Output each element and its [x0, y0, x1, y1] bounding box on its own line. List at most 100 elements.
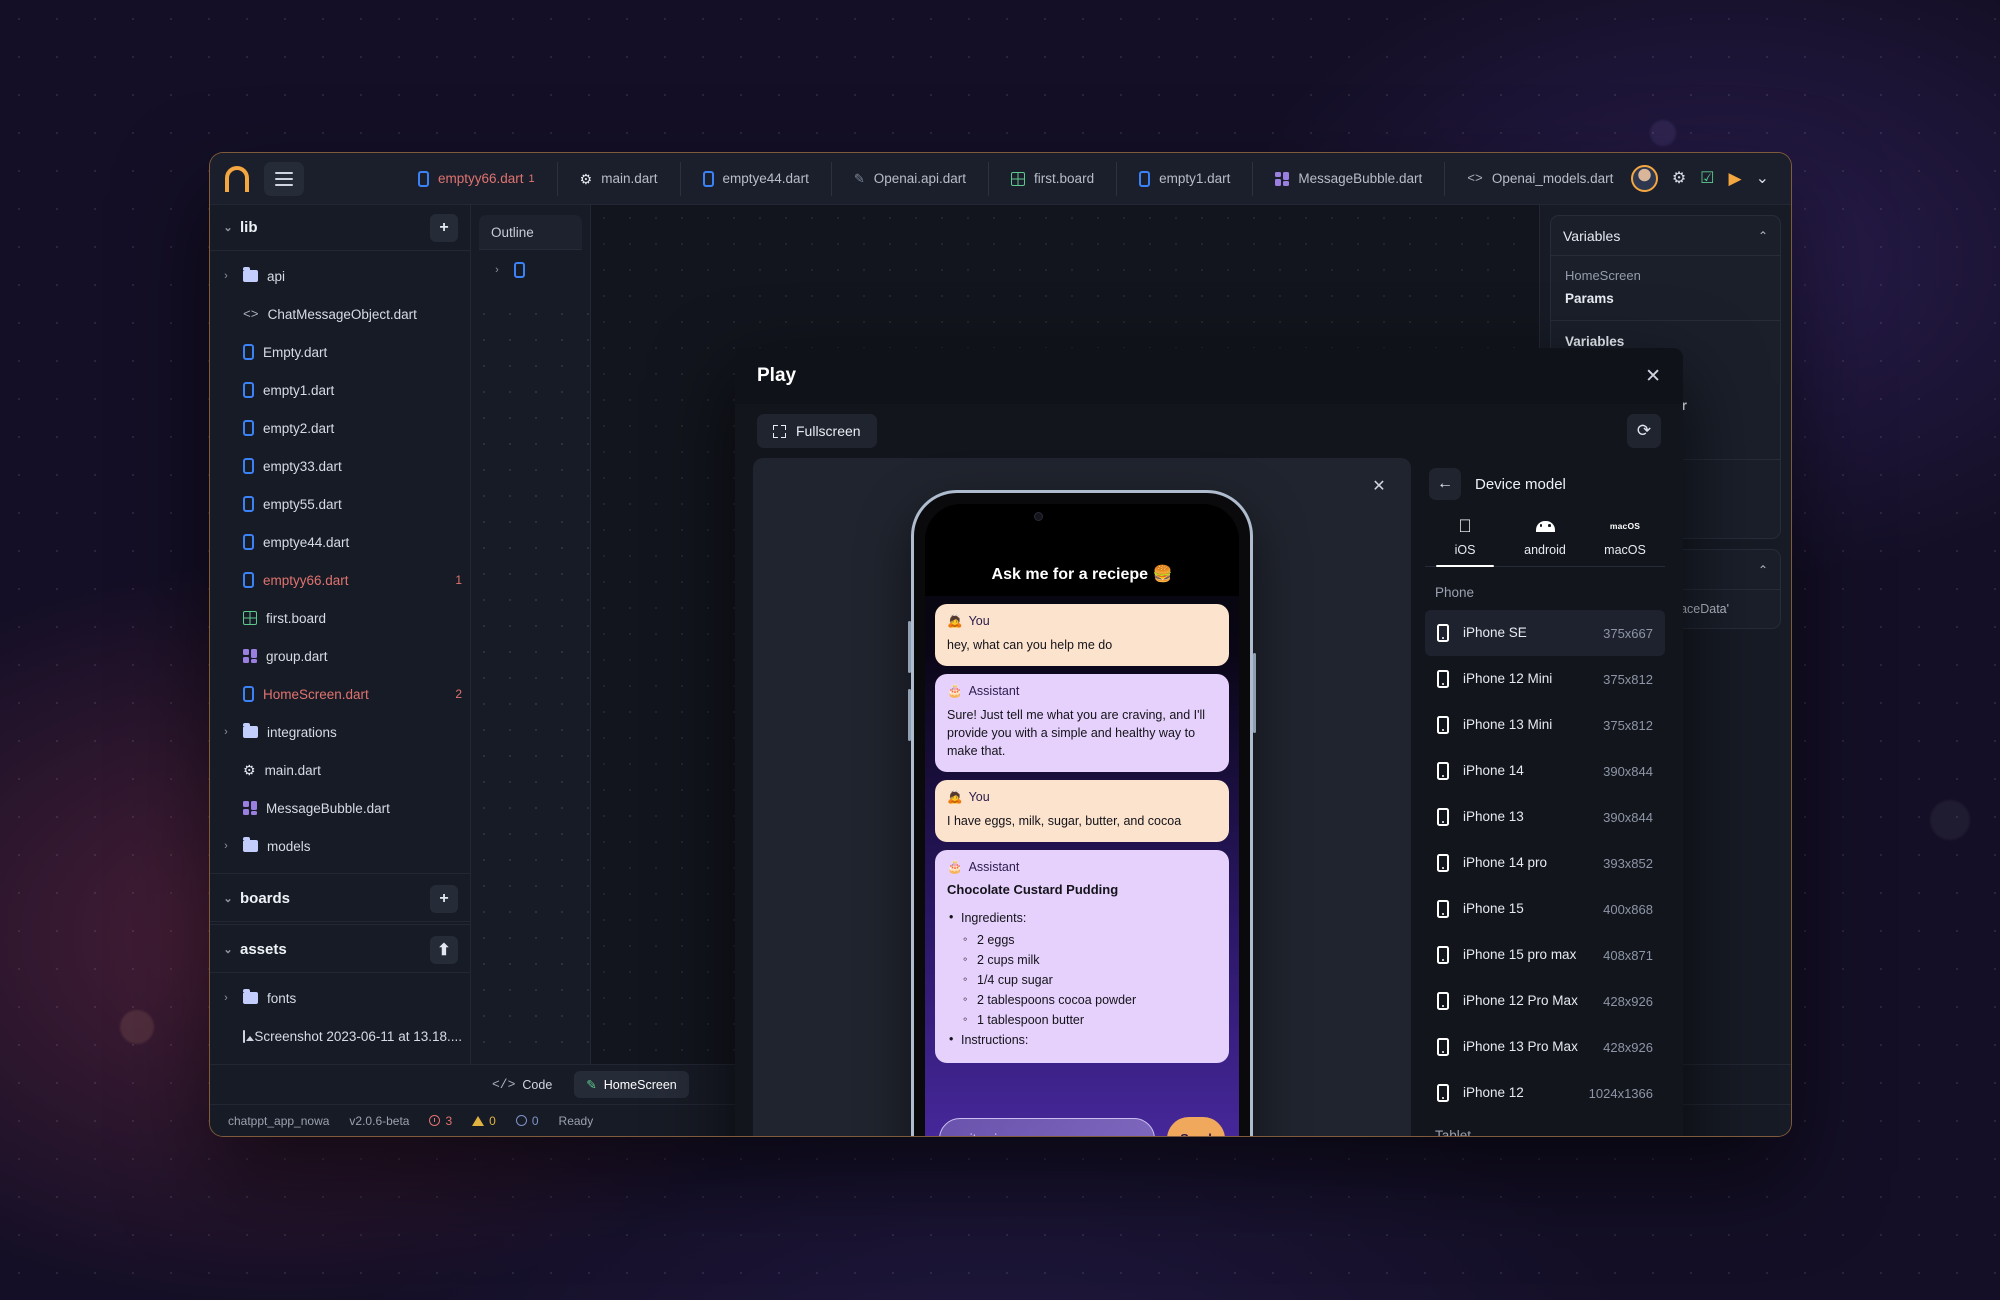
file-tree-item[interactable]: <> ChatMessageObject.dart	[210, 295, 470, 333]
chevron-down-icon[interactable]: ⌄	[1756, 170, 1769, 187]
sidebar-section-assets[interactable]: ⌄ assets ⬆	[210, 927, 470, 973]
chevron-right-icon[interactable]: ›	[218, 270, 234, 282]
phone-icon	[243, 496, 254, 512]
variables-card-header[interactable]: Variables ⌃	[1551, 216, 1780, 256]
os-tab-ios[interactable]:  iOS	[1425, 510, 1505, 567]
chevron-up-icon[interactable]: ⌃	[1758, 563, 1768, 577]
close-icon[interactable]: ✕	[1645, 367, 1661, 386]
file-tree-item[interactable]: › api	[210, 257, 470, 295]
upload-asset-button[interactable]: ⬆	[430, 935, 458, 964]
device-resolution: 393x852	[1603, 855, 1653, 871]
add-board-button[interactable]: +	[430, 884, 458, 913]
assets-file-tree: › fonts Screenshot 2023-06-11 at 13.18....	[210, 973, 470, 1061]
dock-tab-homescreen[interactable]: ✎ HomeScreen	[574, 1071, 689, 1098]
file-tree-item[interactable]: first.board	[210, 599, 470, 637]
status-warnings[interactable]: 0	[472, 1114, 496, 1128]
file-tree-item[interactable]: HomeScreen.dart 2	[210, 675, 470, 713]
divider	[210, 924, 470, 925]
chevron-right-icon[interactable]: ›	[218, 992, 234, 1004]
chat-bubble: 🎂 Assistant Chocolate Custard Pudding Ingre…	[935, 849, 1229, 1063]
sidebar-section-lib[interactable]: ⌄ lib +	[210, 205, 470, 251]
device-list-item[interactable]: iPhone 15 pro max 408x871	[1425, 932, 1665, 978]
editor-tab-label: first.board	[1034, 171, 1095, 186]
variables-context: HomeScreen	[1565, 268, 1641, 283]
status-warnings-count: 0	[489, 1113, 496, 1128]
status-infos[interactable]: 0	[515, 1113, 539, 1128]
chevron-right-icon[interactable]: ›	[218, 840, 234, 852]
editor-tab[interactable]: emptye44.dart	[679, 161, 831, 196]
avatar[interactable]	[1630, 165, 1658, 192]
device-name: iPhone 12 Pro Max	[1463, 993, 1578, 1008]
play-icon[interactable]: ▶	[1729, 170, 1742, 187]
file-tree-item[interactable]: emptye44.dart	[210, 523, 470, 561]
editor-tab[interactable]: ✎ Openai.api.dart	[830, 161, 988, 196]
chevron-up-icon[interactable]: ⌃	[1758, 229, 1768, 243]
dock-tab-code[interactable]: </> Code	[480, 1071, 564, 1098]
device-resolution: 375x667	[1603, 625, 1653, 641]
file-tree-item[interactable]: ⚙ main.dart	[210, 751, 470, 789]
device-list-item[interactable]: iPhone 14 390x844	[1425, 748, 1665, 794]
device-name: iPhone 13 Mini	[1463, 717, 1553, 732]
status-infos-count: 0	[531, 1113, 539, 1128]
os-tab-android[interactable]: android	[1505, 510, 1585, 566]
file-tree-item[interactable]: empty1.dart	[210, 371, 470, 409]
chevron-right-icon[interactable]: ›	[218, 726, 234, 738]
chat-bubble-role: 🎂 Assistant	[947, 860, 1217, 875]
sidebar-section-boards[interactable]: ⌄ boards +	[210, 876, 470, 922]
file-tree-item[interactable]: Empty.dart	[210, 333, 470, 371]
editor-tab[interactable]: <> Openai_models.dart	[1444, 161, 1635, 196]
editor-tab[interactable]: empty1.dart	[1116, 161, 1252, 196]
recipe-section-heading: Instructions:	[961, 1032, 1029, 1047]
device-list-item[interactable]: iPhone 13 Pro Max 428x926	[1425, 1024, 1665, 1070]
file-tree-item[interactable]: empty33.dart	[210, 447, 470, 485]
device-list-item[interactable]: iPhone SE 375x667	[1425, 610, 1665, 656]
chevron-down-icon: ⌄	[223, 944, 233, 956]
file-tree-item[interactable]: group.dart	[210, 637, 470, 675]
device-resolution: 400x868	[1603, 901, 1653, 917]
file-tree-item[interactable]: empty2.dart	[210, 409, 470, 447]
editor-tab[interactable]: emptyy66.dart 1	[396, 162, 557, 196]
outline-root-row[interactable]: ›	[479, 249, 582, 289]
asset-tree-item[interactable]: Screenshot 2023-06-11 at 13.18....	[210, 1017, 470, 1055]
recipe-sections: Ingredients: 2 eggs2 cups milk1/4 cup sug…	[947, 908, 1217, 1049]
recipe-item: 1/4 cup sugar	[961, 970, 1217, 989]
asset-tree-item[interactable]: › fonts	[210, 979, 470, 1017]
checklist-icon[interactable]: ☑	[1700, 170, 1714, 187]
refresh-button[interactable]: ⟳	[1627, 414, 1661, 448]
chat-bubble-role: 🙇 You	[947, 614, 1217, 629]
editor-tab[interactable]: ⚙ main.dart	[556, 161, 680, 196]
sidebar-section-boards-label: boards	[240, 890, 291, 907]
phone-icon	[1437, 1038, 1449, 1056]
device-list-item[interactable]: iPhone 15 400x868	[1425, 886, 1665, 932]
file-tree-item[interactable]: empty55.dart	[210, 485, 470, 523]
device-list-item[interactable]: iPhone 12 Pro Max 428x926	[1425, 978, 1665, 1024]
file-tree-item-label: empty2.dart	[263, 420, 335, 436]
outline-tab[interactable]: Outline	[479, 215, 582, 249]
editor-tab[interactable]: first.board	[988, 161, 1116, 196]
file-tree-item[interactable]: › models	[210, 827, 470, 865]
file-tree-item[interactable]: MessageBubble.dart	[210, 789, 470, 827]
message-input[interactable]: write nice ...	[939, 1117, 1155, 1136]
chat-bubble-text: Sure! Just tell me what you are craving,…	[947, 707, 1206, 758]
device-list-item[interactable]: iPhone 14 pro 393x852	[1425, 840, 1665, 886]
send-button[interactable]: Send	[1167, 1116, 1225, 1136]
menu-button[interactable]	[264, 161, 304, 196]
add-file-button[interactable]: +	[430, 213, 458, 242]
status-errors[interactable]: 3	[429, 1114, 452, 1128]
device-list-item[interactable]: iPhone 13 Mini 375x812	[1425, 702, 1665, 748]
os-tab-macos[interactable]: macOS macOS	[1585, 510, 1665, 566]
file-tree-item[interactable]: › integrations	[210, 713, 470, 751]
device-name: iPhone 15 pro max	[1463, 947, 1577, 962]
settings-gear-icon[interactable]: ⚙	[1672, 170, 1686, 187]
preview-close-icon[interactable]: ✕	[1365, 472, 1393, 500]
file-tree-item-label: MessageBubble.dart	[266, 800, 390, 816]
file-tree-item[interactable]: emptyy66.dart 1	[210, 561, 470, 599]
device-list-item[interactable]: iPhone 12 Mini 375x812	[1425, 656, 1665, 702]
fullscreen-button[interactable]: Fullscreen	[757, 414, 877, 448]
back-arrow-icon[interactable]: ←	[1429, 468, 1461, 500]
editor-tab[interactable]: MessageBubble.dart	[1252, 161, 1444, 196]
device-list-item[interactable]: iPhone 12 1024x1366	[1425, 1070, 1665, 1116]
play-modal-title: Play	[757, 365, 797, 386]
recipe-section: Ingredients: 2 eggs2 cups milk1/4 cup sug…	[947, 908, 1217, 1029]
device-list-item[interactable]: iPhone 13 390x844	[1425, 794, 1665, 840]
